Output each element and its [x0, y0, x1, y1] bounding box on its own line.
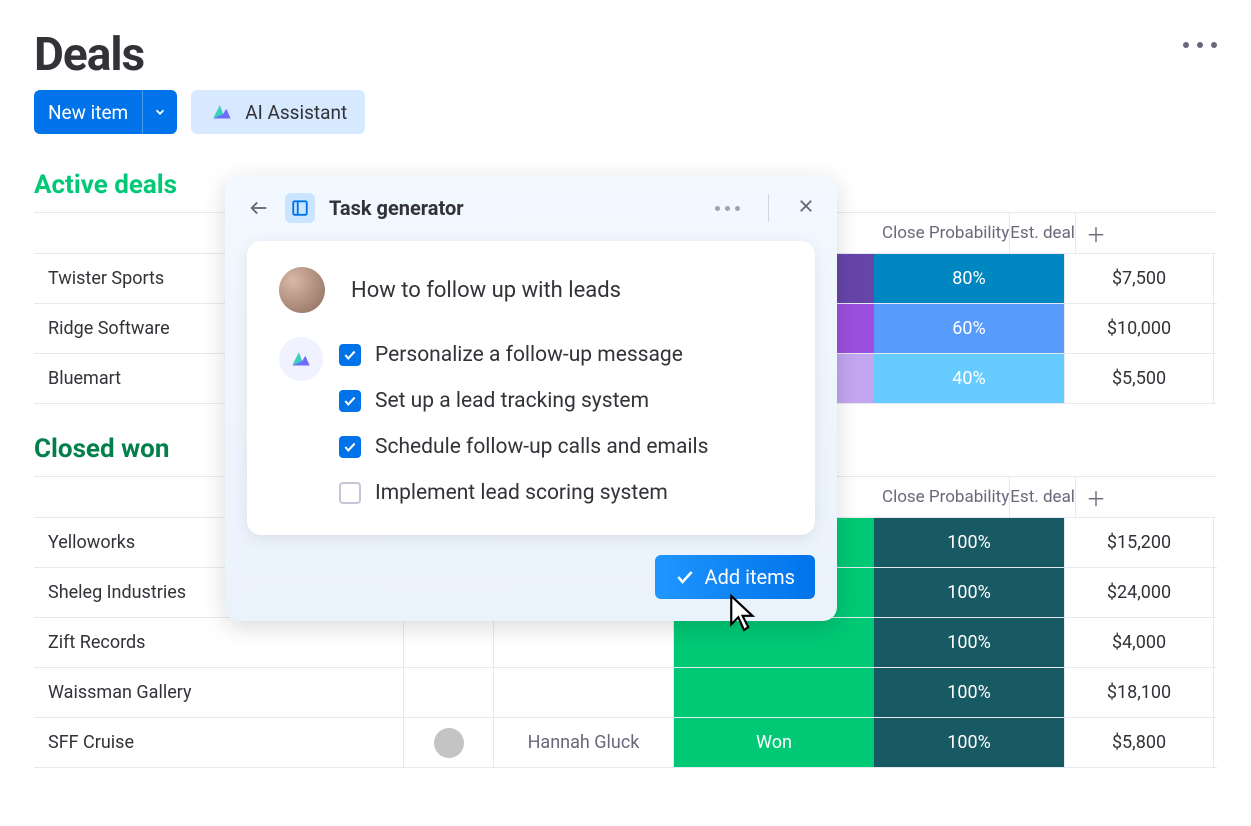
col-close-probability[interactable]: Close Probability — [882, 213, 1009, 253]
est-deal-cell[interactable]: $5,500 — [1064, 354, 1214, 403]
est-deal-cell[interactable]: $24,000 — [1064, 568, 1214, 617]
est-deal-cell[interactable]: $10,000 — [1064, 304, 1214, 353]
ai-badge-icon — [279, 337, 323, 381]
deal-name-cell[interactable]: SFF Cruise — [34, 718, 404, 767]
close-probability-cell[interactable]: 100% — [874, 668, 1064, 717]
close-probability-cell[interactable]: 40% — [874, 354, 1064, 403]
avatar — [434, 728, 464, 758]
deal-name-cell[interactable]: Waissman Gallery — [34, 668, 404, 717]
col-est-deal[interactable]: Est. deal — [1009, 477, 1076, 517]
task-suggestion[interactable]: Personalize a follow-up message — [339, 343, 708, 367]
back-button[interactable] — [247, 196, 271, 220]
panel-icon — [285, 193, 315, 223]
stage-cell[interactable] — [674, 668, 874, 717]
table-row[interactable]: SFF Cruise Hannah Gluck Won 100% $5,800 — [34, 718, 1217, 768]
checkbox[interactable] — [339, 482, 361, 504]
col-est-deal[interactable]: Est. deal — [1009, 213, 1076, 253]
owner-cell[interactable] — [404, 718, 494, 767]
ai-assistant-label: AI Assistant — [245, 101, 347, 124]
new-item-label: New item — [34, 101, 142, 124]
add-column-button[interactable]: ＋ — [1076, 219, 1116, 248]
est-deal-cell[interactable]: $18,100 — [1064, 668, 1214, 717]
user-prompt-text: How to follow up with leads — [351, 278, 621, 303]
new-item-button[interactable]: New item — [34, 90, 177, 134]
ai-logo-icon — [209, 99, 235, 125]
close-probability-cell[interactable]: 80% — [874, 254, 1064, 303]
contact-cell[interactable] — [494, 668, 674, 717]
est-deal-cell[interactable]: $5,800 — [1064, 718, 1214, 767]
close-probability-cell[interactable]: 100% — [874, 618, 1064, 667]
check-icon — [675, 567, 695, 587]
task-label: Personalize a follow-up message — [375, 343, 683, 367]
est-deal-cell[interactable]: $15,200 — [1064, 518, 1214, 567]
close-probability-cell[interactable]: 100% — [874, 568, 1064, 617]
owner-cell[interactable] — [404, 668, 494, 717]
board-options-button[interactable] — [1183, 28, 1217, 48]
table-row[interactable]: Waissman Gallery 100% $18,100 — [34, 668, 1217, 718]
close-probability-cell[interactable]: 100% — [874, 718, 1064, 767]
cursor-icon — [727, 593, 761, 633]
add-column-button[interactable]: ＋ — [1076, 483, 1116, 512]
panel-options-button[interactable] — [715, 206, 740, 211]
col-close-probability[interactable]: Close Probability — [882, 477, 1009, 517]
close-probability-cell[interactable]: 60% — [874, 304, 1064, 353]
owner-cell[interactable] — [404, 618, 494, 667]
task-suggestion[interactable]: Implement lead scoring system — [339, 481, 708, 505]
deal-name-cell[interactable]: Zift Records — [34, 618, 404, 667]
stage-cell[interactable]: Won — [674, 718, 874, 767]
add-items-label: Add items — [705, 565, 795, 589]
checkbox[interactable] — [339, 390, 361, 412]
task-suggestion[interactable]: Set up a lead tracking system — [339, 389, 708, 413]
task-generator-panel: Task generator How to follow up with lea… — [225, 175, 837, 621]
page-title: Deals — [34, 28, 144, 82]
task-label: Implement lead scoring system — [375, 481, 668, 505]
checkbox[interactable] — [339, 344, 361, 366]
ai-assistant-button[interactable]: AI Assistant — [191, 90, 365, 134]
close-button[interactable] — [797, 196, 815, 221]
contact-cell[interactable] — [494, 618, 674, 667]
stage-cell[interactable] — [674, 618, 874, 667]
task-label: Set up a lead tracking system — [375, 389, 649, 413]
panel-title: Task generator — [329, 196, 701, 220]
checkbox[interactable] — [339, 436, 361, 458]
table-row[interactable]: Zift Records 100% $4,000 — [34, 618, 1217, 668]
assistant-card: How to follow up with leads Personalize … — [247, 241, 815, 535]
close-probability-cell[interactable]: 100% — [874, 518, 1064, 567]
user-avatar — [279, 267, 325, 313]
new-item-dropdown[interactable] — [142, 90, 177, 134]
est-deal-cell[interactable]: $7,500 — [1064, 254, 1214, 303]
est-deal-cell[interactable]: $4,000 — [1064, 618, 1214, 667]
task-suggestion[interactable]: Schedule follow-up calls and emails — [339, 435, 708, 459]
contact-cell[interactable]: Hannah Gluck — [494, 718, 674, 767]
task-label: Schedule follow-up calls and emails — [375, 435, 708, 459]
